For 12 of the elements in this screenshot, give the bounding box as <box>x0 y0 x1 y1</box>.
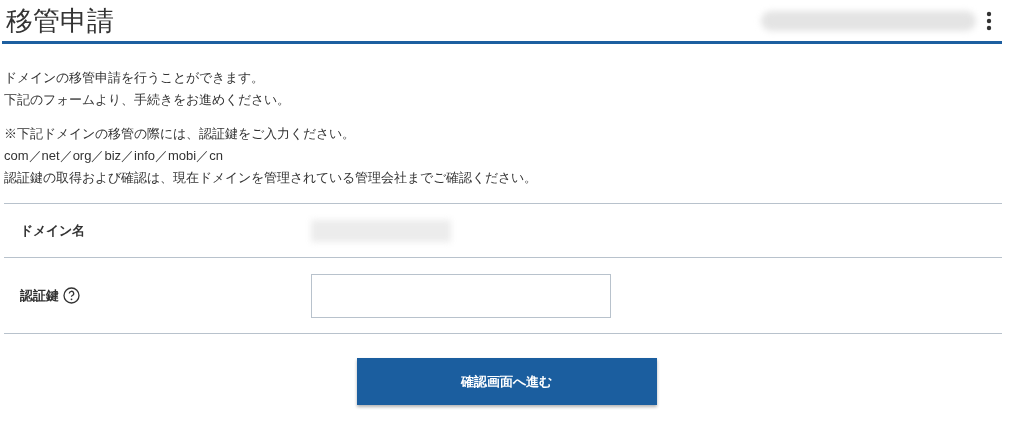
note-text: ※下記ドメインの移管の際には、認証鍵をご入力ください。 <box>4 125 355 143</box>
page-title: 移管申請 <box>6 6 114 35</box>
confirm-button[interactable]: 確認画面へ進む <box>356 358 657 405</box>
note-text: 認証鍵の取得および確認は、現在ドメインを管理されている管理会社までご確認ください。 <box>4 169 537 187</box>
more-icon[interactable] <box>986 10 992 31</box>
field-label: 認証鍵 <box>20 286 59 305</box>
intro-text: ドメインの移管申請を行うことができます。 <box>4 69 264 87</box>
help-icon[interactable] <box>63 287 80 304</box>
note-text: com／net／org／biz／info／mobi／cn <box>4 147 223 165</box>
field-label: ドメイン名 <box>20 221 85 240</box>
auth-key-input[interactable] <box>311 273 611 318</box>
intro-text: 下記のフォームより、手続きをお進めください。 <box>4 91 290 109</box>
